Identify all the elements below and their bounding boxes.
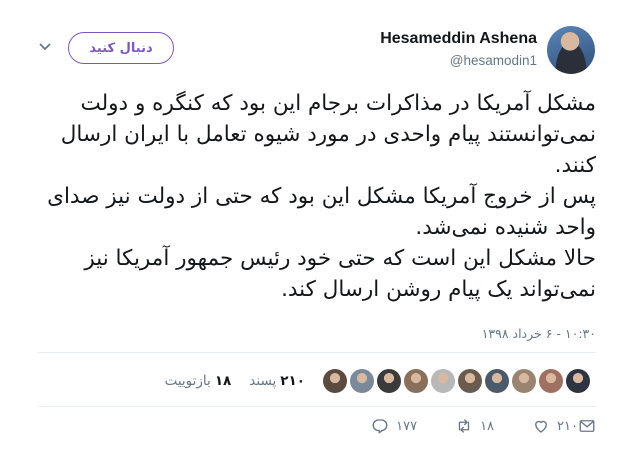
heart-icon	[532, 417, 550, 435]
liker-avatar[interactable]	[350, 369, 374, 393]
liker-avatar[interactable]	[458, 369, 482, 393]
chevron-down-icon[interactable]	[34, 36, 56, 58]
retweet-button[interactable]: ۱۸	[455, 417, 494, 435]
liker-avatar[interactable]	[566, 369, 590, 393]
mail-icon	[578, 417, 596, 435]
like-button[interactable]: ۲۱۰	[532, 417, 578, 435]
likes-stat[interactable]: ۲۱۰پسند	[249, 373, 305, 389]
tweet-stats: ۱۸بازتوییت ۲۱۰پسند	[165, 366, 596, 396]
retweet-icon	[455, 417, 473, 435]
likes-count: ۲۱۰	[280, 373, 305, 389]
retweet-count: ۱۸	[480, 418, 495, 434]
direct-message-button[interactable]	[578, 417, 596, 435]
author-handle[interactable]: @hesamodin1	[450, 53, 537, 68]
reply-icon	[371, 417, 389, 435]
liker-avatar[interactable]	[377, 369, 401, 393]
divider	[38, 352, 596, 353]
liker-avatar[interactable]	[431, 369, 455, 393]
reply-button[interactable]: ۱۷۷	[371, 417, 417, 435]
likes-label: پسند	[249, 373, 277, 389]
tweet-timestamp[interactable]: ۱۰:۳۰ - ۶ خرداد ۱۳۹۸	[482, 326, 596, 341]
reply-count: ۱۷۷	[396, 418, 418, 434]
tweet-text: مشکل آمریکا در مذاکرات برجام این بود که …	[47, 91, 596, 302]
retweets-stat[interactable]: ۱۸بازتوییت	[165, 373, 232, 389]
liker-avatar[interactable]	[485, 369, 509, 393]
liker-avatar[interactable]	[323, 369, 347, 393]
avatar[interactable]	[547, 26, 595, 74]
follow-button[interactable]: دنبال کنید	[68, 32, 174, 64]
liker-avatar[interactable]	[404, 369, 428, 393]
retweets-count: ۱۸	[214, 373, 232, 389]
liker-avatar[interactable]	[512, 369, 536, 393]
retweets-label: بازتوییت	[164, 373, 211, 389]
divider	[38, 406, 596, 407]
liker-avatar[interactable]	[539, 369, 563, 393]
like-count: ۲۱۰	[557, 418, 578, 434]
tweet-actions: ۱۷۷ ۱۸ ۲۱۰	[333, 414, 596, 438]
liker-avatars	[323, 369, 590, 393]
author-name[interactable]: Hesameddin Ashena	[380, 30, 537, 48]
